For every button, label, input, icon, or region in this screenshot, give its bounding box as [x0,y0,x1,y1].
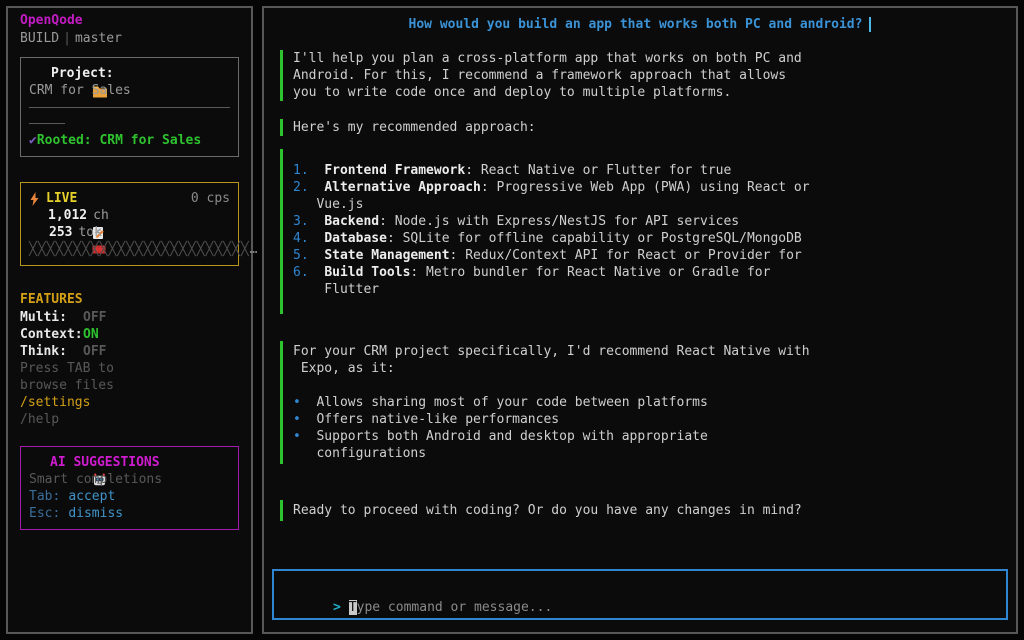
assistant-message: 1. Frontend Framework: React Native or F… [280,149,1008,314]
app-subtitle: BUILD|master [20,30,239,48]
project-label: Project: [51,65,114,82]
rooted-text: Rooted: CRM for Sales [37,132,201,149]
chat-transcript: How would you build an app that works bo… [272,16,1008,521]
sidebar: OpenQode BUILD|master Project: CRM for S… [6,6,253,634]
tab-hint: browse files [20,377,239,394]
ticket-icon [29,226,43,240]
feature-toggle: Think:OFF [20,343,239,360]
folder-icon [29,67,45,81]
prompt-icon: > [333,600,341,615]
assistant-message: Here's my recommended approach: [280,119,1008,136]
input-cursor: T [349,600,357,615]
git-branch-label: master [75,31,122,46]
cps-counter: 0 cps [191,191,230,206]
assistant-message: For your CRM project specifically, I'd r… [280,341,1008,464]
features-title: FEATURES [20,291,239,309]
tokens-stat: 253 tok [29,224,230,241]
live-stats-box: LIVE 0 cps 1,012 ch 253 tok ╳╳╳╳╳╳╳╳╳╳╳╳… [20,182,239,266]
command-link-help[interactable]: /help [20,411,239,428]
lightning-icon [29,192,40,206]
feature-toggle: Context:ON [20,326,239,343]
subtitle-separator: | [59,31,75,46]
stream-cursor [869,17,871,32]
robot-icon [29,456,44,470]
user-message: How would you build an app that works bo… [272,16,1008,33]
assistant-message: I'll help you plan a cross-platform app … [280,50,1008,101]
input-placeholder: ype command or message... [357,600,553,615]
divider-short [29,123,65,124]
chars-stat: 1,012 ch [29,207,230,224]
rooted-status: ✔Rooted: CRM for Sales [29,132,230,149]
chat-panel: How would you build an app that works bo… [262,6,1018,634]
check-icon: ✔ [29,132,37,149]
memo-icon [29,209,42,223]
feature-toggle: Multi:OFF [20,309,239,326]
app-title: OpenQode [20,12,239,30]
activity-sparkline: ╳╳╳╳╳╳╳╳╳╳╳╳╳╳╳╳╳╳╳╳╳╳╳╳╳… [29,241,230,258]
command-input[interactable]: > Type command or message... [272,569,1008,620]
assistant-message: Ready to proceed with coding? Or do you … [280,500,1008,521]
command-link-settings[interactable]: /settings [20,394,239,411]
ai-suggestions-title: AI SUGGESTIONS [50,454,160,471]
project-box: Project: CRM for Sales ✔Rooted: CRM for … [20,57,239,157]
project-name: CRM for Sales [29,82,230,99]
ai-suggestions-subtitle: Smart completions [29,471,230,488]
ai-suggestions-box: AI SUGGESTIONS Smart completions Tab:acc… [20,446,239,530]
build-mode-label: BUILD [20,31,59,46]
shortcut-row: Esc:dismiss [29,505,230,522]
shortcut-row: Tab:accept [29,488,230,505]
tab-hint: Press TAB to [20,360,239,377]
features-section: FEATURES Multi:OFFContext:ONThink:OFF Pr… [20,291,239,428]
live-label: LIVE [46,191,77,206]
